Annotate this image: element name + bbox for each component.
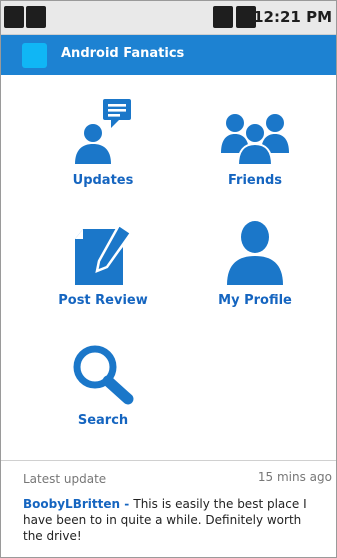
- signal-icon: [213, 6, 233, 28]
- friends-icon: [221, 114, 289, 165]
- search-button[interactable]: Search: [53, 343, 153, 428]
- update-separator: -: [120, 497, 134, 511]
- post-review-label: Post Review: [58, 293, 148, 308]
- app-title: Android Fanatics: [61, 46, 185, 61]
- notification-icon: [26, 6, 46, 28]
- post-review-button[interactable]: Post Review: [53, 223, 153, 308]
- friends-button[interactable]: Friends: [205, 109, 305, 188]
- phone-screen: 12:21 PM Android Fanatics Updates Friend…: [0, 0, 337, 558]
- post-review-icon: [75, 223, 133, 285]
- latest-update-header: Latest update: [23, 472, 107, 486]
- app-icon[interactable]: [22, 43, 47, 68]
- update-author[interactable]: BoobyLBritten: [23, 497, 120, 511]
- notification-icon: [4, 6, 24, 28]
- latest-update-panel[interactable]: Latest update 15 mins ago BoobyLBritten …: [1, 460, 336, 557]
- updates-button[interactable]: Updates: [53, 99, 153, 188]
- status-time: 12:21 PM: [253, 8, 332, 26]
- search-label: Search: [77, 413, 129, 428]
- profile-icon: [227, 221, 283, 285]
- latest-update-time: 15 mins ago: [257, 470, 332, 484]
- latest-update-body: BoobyLBritten - This is easily the best …: [23, 496, 323, 544]
- action-bar: Android Fanatics: [1, 35, 336, 75]
- updates-label: Updates: [72, 173, 134, 188]
- my-profile-button[interactable]: My Profile: [205, 219, 305, 308]
- updates-icon: [75, 99, 131, 164]
- search-icon: [73, 345, 134, 405]
- friends-label: Friends: [227, 173, 283, 188]
- status-bar: 12:21 PM: [1, 1, 336, 35]
- my-profile-label: My Profile: [218, 293, 292, 308]
